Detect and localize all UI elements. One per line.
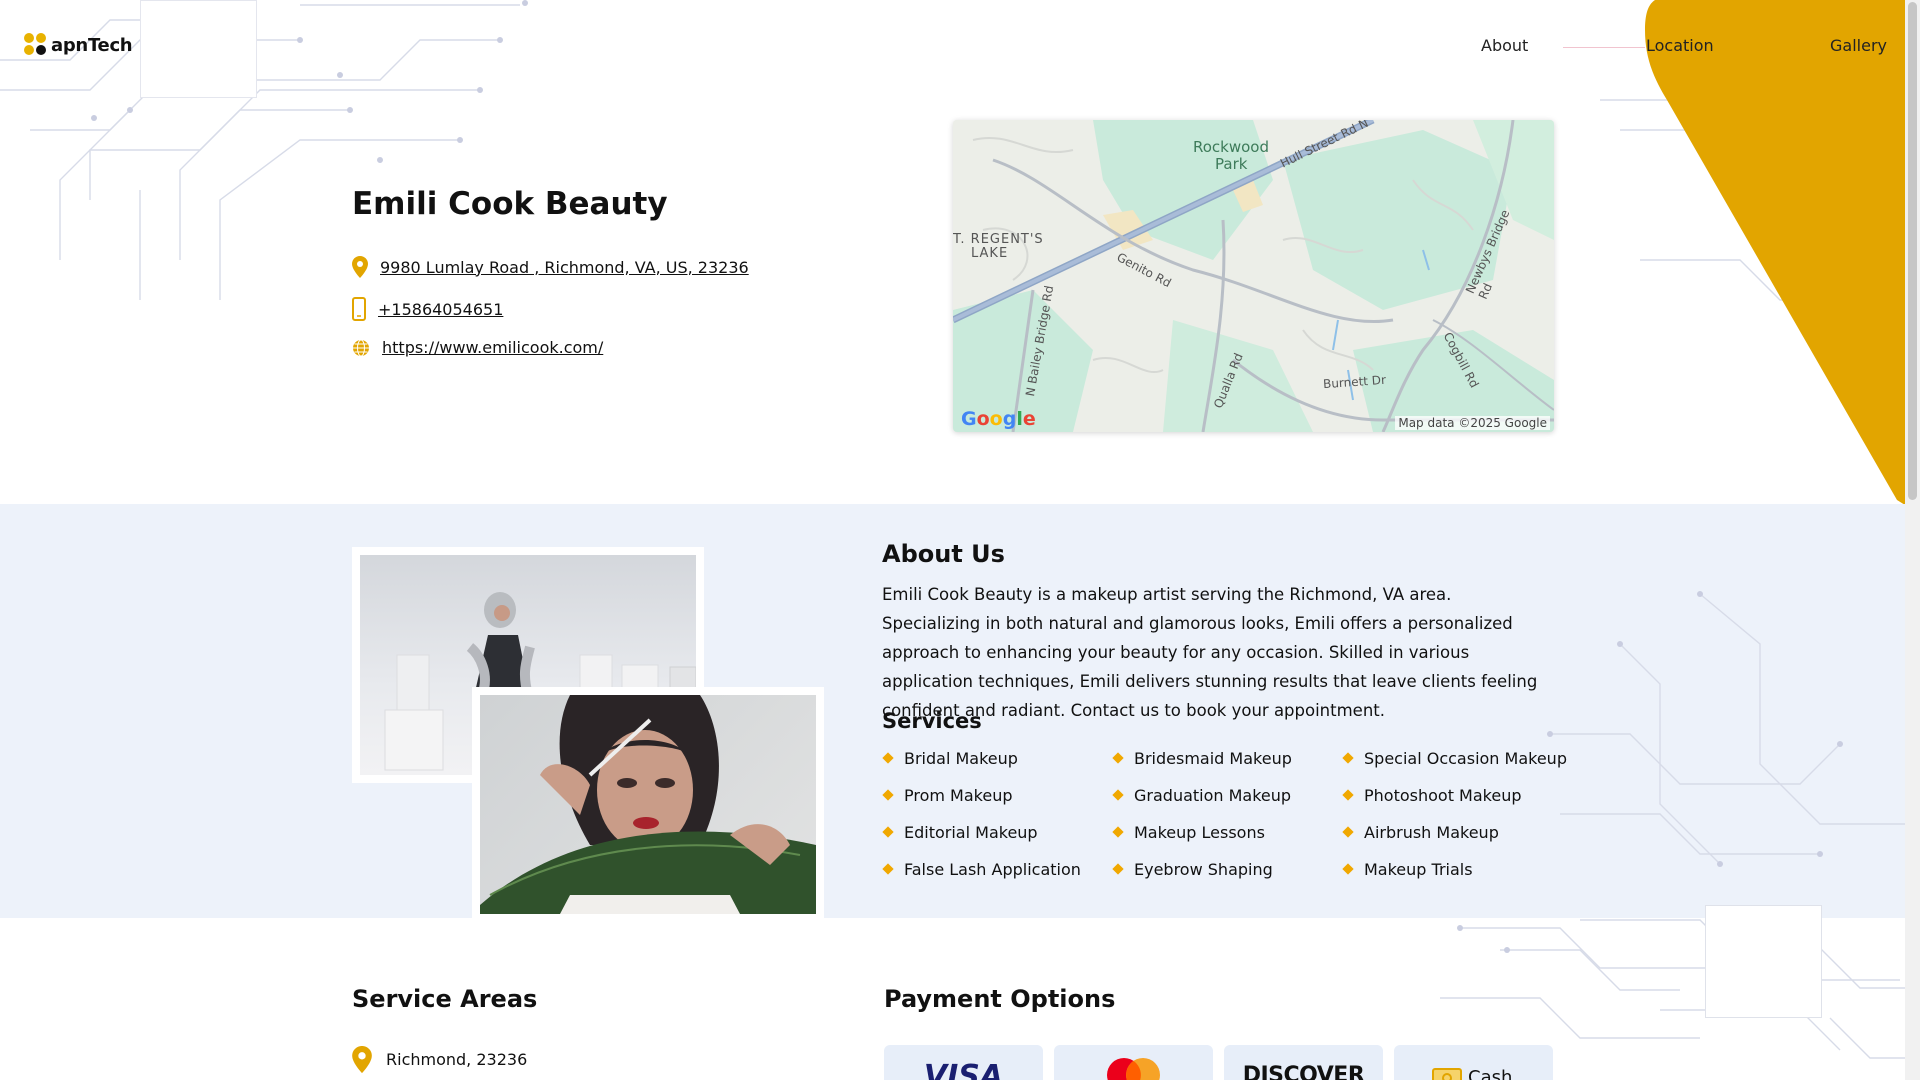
- site-header: apnTech About Location Gallery: [0, 0, 1905, 98]
- service-item: Special Occasion Makeup: [1342, 746, 1582, 770]
- diamond-bullet-icon: [882, 826, 894, 838]
- service-item: Editorial Makeup: [882, 820, 1112, 844]
- nav-location-link[interactable]: Location: [1646, 36, 1714, 55]
- globe-icon: [353, 339, 369, 356]
- address-link[interactable]: 9980 Lumlay Road , Richmond, VA, US, 232…: [380, 258, 749, 277]
- cash-label: Cash: [1468, 1067, 1513, 1080]
- website-link[interactable]: https://www.emilicook.com/: [382, 338, 603, 357]
- payment-discover-card: DISCOVER: [1224, 1045, 1383, 1080]
- diamond-bullet-icon: [1112, 789, 1124, 801]
- brand-logo[interactable]: apnTech: [24, 33, 133, 57]
- photo-portrait-image: [480, 695, 816, 914]
- header-placeholder-box: [140, 0, 257, 98]
- service-areas-title: Service Areas: [352, 985, 538, 1013]
- page: apnTech About Location Gallery Emili Coo…: [0, 0, 1905, 1080]
- service-item: Makeup Trials: [1342, 857, 1582, 881]
- service-label: Editorial Makeup: [904, 822, 1038, 842]
- service-label: Graduation Makeup: [1134, 785, 1292, 805]
- diamond-bullet-icon: [1112, 863, 1124, 875]
- cash-icon: [1432, 1067, 1462, 1080]
- service-item: Airbrush Makeup: [1342, 820, 1582, 844]
- diamond-bullet-icon: [1112, 752, 1124, 764]
- diamond-bullet-icon: [882, 789, 894, 801]
- service-label: Bridesmaid Makeup: [1134, 748, 1292, 768]
- diamond-bullet-icon: [882, 752, 894, 764]
- map-label-rockwood: Rockwood: [1193, 138, 1270, 156]
- gallery-photo-portrait[interactable]: [472, 687, 824, 922]
- service-area-item: Richmond, 23236: [352, 1046, 527, 1073]
- about-text: Emili Cook Beauty is a makeup artist ser…: [882, 585, 1538, 720]
- location-map[interactable]: Rockwood Park Hull Street Rd N T. REGENT…: [953, 120, 1554, 432]
- service-area-label: Richmond, 23236: [386, 1050, 528, 1069]
- discover-logo: DISCOVER: [1242, 1063, 1365, 1080]
- service-item: Prom Makeup: [882, 783, 1112, 807]
- map-label-regents: T. REGENT'S: [953, 232, 1044, 247]
- page-scrollbar[interactable]: [1905, 0, 1920, 1080]
- scrollbar-thumb[interactable]: [1908, 2, 1917, 500]
- nav-divider: [1563, 47, 1645, 48]
- service-item: Graduation Makeup: [1112, 783, 1342, 807]
- service-label: Makeup Trials: [1364, 859, 1473, 879]
- map-credit: Map data ©2025 Google: [1395, 416, 1550, 430]
- payment-options-title: Payment Options: [884, 985, 1116, 1013]
- service-label: Special Occasion Makeup: [1364, 748, 1567, 768]
- location-pin-icon: [352, 1046, 372, 1073]
- address-row: 9980 Lumlay Road , Richmond, VA, US, 232…: [352, 256, 749, 278]
- map-label-lake: LAKE: [971, 246, 1009, 261]
- service-item: Bridal Makeup: [882, 746, 1112, 770]
- logo-text: apnTech: [51, 34, 133, 56]
- service-item: Makeup Lessons: [1112, 820, 1342, 844]
- service-label: Airbrush Makeup: [1364, 822, 1499, 842]
- diamond-bullet-icon: [882, 863, 894, 875]
- diamond-bullet-icon: [1112, 826, 1124, 838]
- google-logo: Google: [961, 408, 1036, 430]
- map-label-park: Park: [1215, 155, 1248, 173]
- diamond-bullet-icon: [1342, 863, 1354, 875]
- diamond-bullet-icon: [1342, 789, 1354, 801]
- logo-mark-icon: [24, 33, 48, 57]
- map-tiles: [953, 120, 1554, 432]
- service-item: Eyebrow Shaping: [1112, 857, 1342, 881]
- diamond-bullet-icon: [1342, 752, 1354, 764]
- service-item: Photoshoot Makeup: [1342, 783, 1582, 807]
- service-item: Bridesmaid Makeup: [1112, 746, 1342, 770]
- about-title: About Us: [882, 540, 1005, 568]
- services-title: Services: [882, 709, 982, 733]
- nav-gallery-link[interactable]: Gallery: [1830, 36, 1887, 55]
- service-item: False Lash Application: [882, 857, 1112, 881]
- website-row: https://www.emilicook.com/: [352, 338, 603, 357]
- mastercard-logo-icon: [1107, 1058, 1160, 1080]
- phone-icon: [352, 297, 366, 321]
- diamond-bullet-icon: [1342, 826, 1354, 838]
- phone-link[interactable]: +15864054651: [378, 300, 503, 319]
- service-label: False Lash Application: [904, 859, 1081, 879]
- payment-mastercard-card: [1054, 1045, 1213, 1080]
- service-label: Eyebrow Shaping: [1134, 859, 1273, 879]
- services-list: Bridal Makeup Bridesmaid Makeup Special …: [882, 746, 1582, 881]
- location-pin-icon: [352, 256, 368, 278]
- service-label: Bridal Makeup: [904, 748, 1018, 768]
- phone-row: +15864054651: [352, 297, 503, 321]
- visa-logo: VISA: [923, 1059, 1004, 1080]
- decorative-box: [1705, 905, 1822, 1018]
- payment-visa-card: VISA: [884, 1045, 1043, 1080]
- payment-cash-card: Cash: [1394, 1045, 1553, 1080]
- nav-about-link[interactable]: About: [1481, 36, 1528, 55]
- service-label: Photoshoot Makeup: [1364, 785, 1522, 805]
- service-label: Makeup Lessons: [1134, 822, 1265, 842]
- service-label: Prom Makeup: [904, 785, 1013, 805]
- business-name: Emili Cook Beauty: [352, 186, 668, 222]
